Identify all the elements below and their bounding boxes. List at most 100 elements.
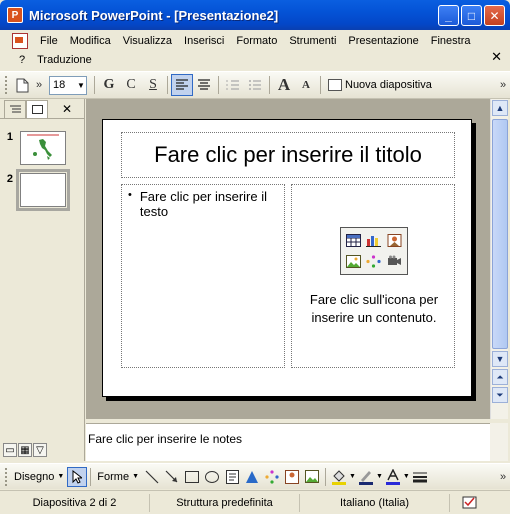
slide-number: 1 bbox=[6, 131, 13, 143]
close-window-button[interactable]: ✕ bbox=[484, 5, 505, 26]
shadow-button[interactable]: S bbox=[142, 74, 164, 96]
slide-count-status: Diapositiva 2 di 2 bbox=[0, 493, 150, 512]
notes-placeholder: Fare clic per inserire le notes bbox=[88, 432, 243, 446]
previous-slide-icon[interactable]: ⏶ bbox=[492, 369, 508, 385]
draw-menu-label: Disegno bbox=[14, 470, 55, 483]
clipart-icon[interactable] bbox=[282, 467, 302, 487]
font-size-select[interactable]: 18 ▼ bbox=[49, 75, 87, 95]
diagram-icon[interactable] bbox=[365, 252, 384, 271]
toolbar-grip[interactable] bbox=[5, 76, 8, 94]
next-slide-icon[interactable]: ⏷ bbox=[492, 387, 508, 403]
slide-number: 2 bbox=[6, 173, 13, 185]
numbered-list-button[interactable] bbox=[222, 74, 244, 96]
new-slide-label: Nuova diapositiva bbox=[345, 79, 432, 91]
notes-scrollbar[interactable] bbox=[490, 423, 508, 461]
line-icon[interactable] bbox=[142, 467, 162, 487]
decrease-font-button[interactable]: A bbox=[295, 74, 317, 96]
menu-formato[interactable]: Formato bbox=[230, 35, 283, 47]
vertical-scrollbar[interactable]: ▲ ▼ ⏶ ⏷ bbox=[490, 99, 508, 419]
chevron-down-icon[interactable]: ▼ bbox=[349, 473, 356, 480]
align-center-icon bbox=[198, 79, 210, 90]
slides-icon bbox=[31, 105, 43, 114]
media-clip-icon[interactable] bbox=[385, 252, 404, 271]
font-size-value: 18 bbox=[53, 79, 66, 91]
tab-slides[interactable] bbox=[26, 100, 48, 118]
bold-button[interactable]: G bbox=[98, 74, 120, 96]
document-icon[interactable] bbox=[12, 33, 28, 49]
wordart-icon[interactable] bbox=[242, 467, 262, 487]
bullet-text: Fare clic per inserire il testo bbox=[128, 189, 278, 219]
clipart-icon[interactable] bbox=[385, 231, 404, 250]
align-left-button[interactable] bbox=[171, 74, 193, 96]
minimize-button[interactable]: _ bbox=[438, 5, 459, 26]
numbered-list-icon bbox=[226, 80, 239, 90]
picture-icon[interactable] bbox=[302, 467, 322, 487]
draw-menu-button[interactable]: Disegno ▼ bbox=[11, 471, 67, 483]
chevron-down-icon: ▼ bbox=[132, 473, 140, 480]
menu-visualizza[interactable]: Visualizza bbox=[117, 35, 178, 47]
notes-pane[interactable]: Fare clic per inserire le notes bbox=[86, 423, 490, 461]
textbox-icon[interactable] bbox=[222, 467, 242, 487]
toolbar-options-icon[interactable]: » bbox=[496, 466, 510, 488]
spelling-check-icon[interactable] bbox=[450, 494, 490, 512]
menu-modifica[interactable]: Modifica bbox=[64, 35, 117, 47]
powerpoint-app-icon[interactable]: P bbox=[7, 7, 23, 23]
menu-inserisci[interactable]: Inserisci bbox=[178, 35, 230, 47]
content-placeholder[interactable]: Fare clic sull'icona per inserire un con… bbox=[291, 184, 455, 368]
scroll-down-icon[interactable]: ▼ bbox=[492, 351, 508, 367]
bullet-list-icon bbox=[249, 80, 261, 90]
picture-icon[interactable] bbox=[344, 252, 363, 271]
tab-outline[interactable] bbox=[4, 100, 26, 118]
align-center-button[interactable] bbox=[193, 74, 215, 96]
toolbar-overflow-icon[interactable]: » bbox=[33, 74, 45, 96]
diagram-icon[interactable] bbox=[262, 467, 282, 487]
rectangle-icon[interactable] bbox=[182, 467, 202, 487]
close-pane-icon[interactable]: ✕ bbox=[62, 102, 72, 116]
new-slide-icon bbox=[328, 79, 342, 91]
drawing-toolbar: Disegno ▼ Forme ▼ ▼ ▼ ▼ » bbox=[0, 463, 510, 489]
slide-thumbnail-2[interactable] bbox=[16, 169, 70, 211]
normal-view-icon[interactable]: ▭ bbox=[3, 443, 17, 457]
slide-sorter-icon[interactable]: ▦ bbox=[18, 443, 32, 457]
close-document-icon[interactable]: ✕ bbox=[491, 49, 502, 65]
chart-icon[interactable] bbox=[365, 231, 384, 250]
chevron-down-icon[interactable]: ▼ bbox=[376, 473, 383, 480]
new-slide-button[interactable]: Nuova diapositiva bbox=[324, 79, 436, 91]
increase-font-button[interactable]: A bbox=[273, 74, 295, 96]
slideshow-icon[interactable]: ▽ bbox=[33, 443, 47, 457]
font-color-icon[interactable] bbox=[383, 467, 403, 487]
content-instructions: Fare clic sull'icona per inserire un con… bbox=[309, 292, 439, 325]
arrow-icon[interactable] bbox=[162, 467, 182, 487]
oval-icon[interactable] bbox=[202, 467, 222, 487]
fill-color-icon[interactable] bbox=[329, 467, 349, 487]
chevron-down-icon[interactable]: ▼ bbox=[403, 473, 410, 480]
maximize-button[interactable]: □ bbox=[461, 5, 482, 26]
italic-button[interactable]: C bbox=[120, 74, 142, 96]
design-template-status: Struttura predefinita bbox=[150, 493, 300, 512]
toolbar-grip[interactable] bbox=[5, 467, 8, 486]
menu-presentazione[interactable]: Presentazione bbox=[342, 35, 424, 47]
slide-thumbnail-1[interactable] bbox=[20, 131, 66, 165]
autoshapes-label: Forme bbox=[97, 470, 130, 483]
menu-finestra[interactable]: Finestra bbox=[425, 35, 477, 47]
text-placeholder[interactable]: Fare clic per inserire il testo bbox=[121, 184, 285, 368]
table-icon[interactable] bbox=[344, 231, 363, 250]
scroll-up-icon[interactable]: ▲ bbox=[492, 100, 508, 116]
window-title: Microsoft PowerPoint - [Presentazione2] bbox=[29, 7, 279, 23]
title-placeholder[interactable]: Fare clic per inserire il titolo bbox=[121, 132, 455, 178]
new-document-icon[interactable] bbox=[11, 74, 33, 96]
scroll-thumb[interactable] bbox=[492, 119, 508, 349]
toolbar-options-icon[interactable]: » bbox=[496, 74, 510, 96]
bullet-list-button[interactable] bbox=[244, 74, 266, 96]
autoshapes-menu-button[interactable]: Forme ▼ bbox=[94, 471, 142, 483]
select-objects-icon[interactable] bbox=[67, 466, 88, 487]
line-color-icon[interactable] bbox=[356, 467, 376, 487]
menu-file[interactable]: File bbox=[34, 35, 64, 47]
menu-traduzione[interactable]: Traduzione bbox=[31, 54, 98, 66]
menu-help[interactable]: ? bbox=[13, 54, 31, 66]
slide-canvas[interactable]: Fare clic per inserire il titolo Fare cl… bbox=[102, 119, 472, 397]
slide-thumbnail-row[interactable]: 1 bbox=[0, 131, 66, 165]
slide-thumbnail-row[interactable]: 2 bbox=[0, 169, 70, 211]
menu-strumenti[interactable]: Strumenti bbox=[283, 35, 342, 47]
line-style-icon[interactable] bbox=[410, 467, 430, 487]
